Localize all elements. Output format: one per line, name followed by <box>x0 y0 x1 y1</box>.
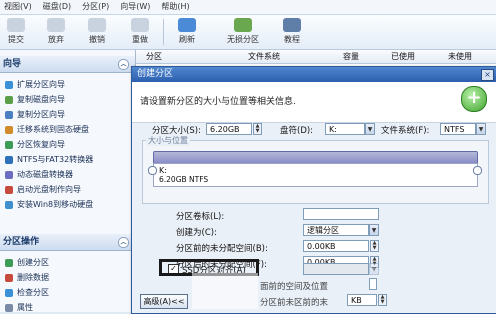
collapse-icon[interactable]: ︿ <box>118 59 129 70</box>
dynamic-disk-icon <box>5 170 13 179</box>
front-space-label: 面前的空间及位置 <box>260 282 329 292</box>
column-partition[interactable]: 分区 <box>146 51 162 62</box>
menu-disk[interactable]: 磁盘(D) <box>43 1 71 12</box>
chevron-down-icon[interactable]: ▼ <box>369 224 379 236</box>
copy-partition-icon <box>5 110 13 119</box>
volume-label-label: 分区卷标(L): <box>176 212 225 222</box>
create-partition-dialog: 创建分区 × 请设置新分区的大小与位置等相关信息. + 分区大小(S): 6.2… <box>131 66 496 314</box>
close-icon[interactable]: × <box>481 69 494 81</box>
wizard-item[interactable]: 扩展分区向导 <box>5 79 65 91</box>
size-input[interactable]: 6.20GB <box>206 123 252 135</box>
copy-disk-icon <box>5 95 13 104</box>
partition-info: 6.20GB NTFS <box>159 175 209 184</box>
ops-item[interactable]: 检查分区 <box>5 287 49 299</box>
discard-icon <box>47 18 65 32</box>
volume-label-input[interactable] <box>303 208 379 220</box>
size-position-title: 大小与位置 <box>146 135 190 146</box>
menu-help[interactable]: 帮助(H) <box>161 1 189 12</box>
add-partition-icon: + <box>461 86 487 112</box>
toolbar-separator <box>163 19 164 45</box>
lossless-partition-icon <box>234 18 252 32</box>
right-resize-handle[interactable] <box>473 166 482 175</box>
partition-list-header: 分区 文件系统 容量 已使用 未使用 <box>136 50 496 64</box>
menu-partition[interactable]: 分区(P) <box>82 1 109 12</box>
check-icon <box>7 18 25 32</box>
extend-partition-icon <box>5 80 13 89</box>
dialog-title-bar[interactable]: 创建分区 × <box>132 67 496 82</box>
wizard-section-header[interactable]: 向导 ︿ <box>0 56 135 73</box>
column-used[interactable]: 已使用 <box>391 51 415 62</box>
toolbar: 提交 放弃 撤销 重做 刷新 无损分区 教程 <box>0 15 496 50</box>
redo-button[interactable]: 重做 <box>120 18 160 45</box>
menu-bar: 视图(V) 磁盘(D) 分区(P) 向导(W) 帮助(H) <box>0 0 496 15</box>
filesystem-label: 文件系统(F): <box>381 126 430 136</box>
check-partition-icon <box>5 288 13 297</box>
partition-letter: K: <box>159 166 167 175</box>
tutorial-button[interactable]: 教程 <box>272 18 312 45</box>
ntfs-fat32-icon <box>5 155 13 164</box>
chevron-down-icon[interactable]: ▼ <box>476 123 486 135</box>
column-free[interactable]: 未使用 <box>448 51 472 62</box>
menu-view[interactable]: 视图(V) <box>4 1 32 12</box>
properties-icon <box>5 303 13 312</box>
tutorial-icon <box>283 18 301 32</box>
wizard-item[interactable]: NTFS与FAT32转换器 <box>5 154 93 166</box>
redo-icon <box>131 18 149 32</box>
ssd-align-select <box>303 263 369 275</box>
before-space-input[interactable]: 0.00KB <box>303 240 369 252</box>
create-as-label: 创建为(C): <box>176 228 217 238</box>
undo-icon <box>88 18 106 32</box>
dialog-description: 请设置新分区的大小与位置等相关信息. <box>140 97 296 107</box>
cluster-label: 分区前未区前的末 <box>260 298 329 308</box>
front-space-input[interactable] <box>369 278 377 290</box>
drive-letter-label: 盘符(D): <box>280 126 314 136</box>
undo-button[interactable]: 撤销 <box>77 18 117 45</box>
wizard-item[interactable]: 迁移系统到固态硬盘 <box>5 124 89 136</box>
create-partition-icon <box>5 258 13 267</box>
create-as-select[interactable]: 逻辑分区 <box>303 224 369 236</box>
filesystem-select[interactable]: NTFS <box>440 123 476 135</box>
size-spinner[interactable]: ▲ ▼ <box>253 123 262 135</box>
submit-button[interactable]: 提交 <box>0 18 36 45</box>
ops-item[interactable]: 删除数据 <box>5 272 49 284</box>
before-space-spinner[interactable]: ▲ ▼ <box>370 240 379 252</box>
discard-button[interactable]: 放弃 <box>36 18 76 45</box>
cluster-spinner[interactable]: ▲ ▼ <box>378 294 387 306</box>
win8-usb-icon <box>5 200 13 209</box>
left-resize-handle[interactable] <box>148 166 157 175</box>
ops-item[interactable]: 属性 <box>5 302 33 314</box>
blur-overlay <box>192 273 258 309</box>
wizard-item[interactable]: 复制分区向导 <box>5 109 65 121</box>
migrate-os-icon <box>5 125 13 134</box>
wizard-item[interactable]: 复制磁盘向导 <box>5 94 65 106</box>
lossless-partition-button[interactable]: 无损分区 <box>220 18 266 45</box>
partition-ops-section-header[interactable]: 分区操作 ︿ <box>0 234 135 251</box>
chevron-down-icon[interactable]: ▼ <box>365 123 375 135</box>
refresh-icon <box>178 18 196 32</box>
refresh-button[interactable]: 刷新 <box>167 18 207 45</box>
partition-block[interactable]: K: 6.20GB NTFS <box>153 163 478 187</box>
wizard-item[interactable]: 动态磁盘转换器 <box>5 169 73 181</box>
left-panel: 向导 ︿ 扩展分区向导 复制磁盘向导 复制分区向导 迁移系统到固态硬盘 分区恢复… <box>0 50 136 312</box>
delete-data-icon <box>5 273 13 282</box>
before-space-label: 分区前的未分配空间(B): <box>176 244 268 254</box>
chevron-down-icon: ▼ <box>369 263 379 275</box>
drive-letter-select[interactable]: K: <box>325 123 365 135</box>
cluster-input[interactable]: KB <box>347 294 377 306</box>
dialog-body: 分区大小(S): 6.20GB ▲ ▼ 盘符(D): K: ▼ 文件系统(F): … <box>132 123 496 313</box>
advanced-button[interactable]: 高级(A)<< <box>140 294 188 309</box>
column-capacity[interactable]: 容量 <box>343 51 359 62</box>
ops-item[interactable]: 创建分区 <box>5 257 49 269</box>
wizard-item[interactable]: 安装Win8到移动硬盘 <box>5 199 93 211</box>
size-position-group: K: 6.20GB NTFS <box>142 140 489 204</box>
menu-wizard[interactable]: 向导(W) <box>120 1 150 12</box>
partition-recovery-icon <box>5 140 13 149</box>
wizard-item[interactable]: 分区恢复向导 <box>5 139 65 151</box>
column-filesystem[interactable]: 文件系统 <box>248 51 280 62</box>
boot-disc-icon <box>5 185 13 194</box>
dialog-header: 请设置新分区的大小与位置等相关信息. + <box>132 82 496 123</box>
collapse-icon[interactable]: ︿ <box>118 237 129 248</box>
wizard-item[interactable]: 启动光盘制作向导 <box>5 184 81 196</box>
